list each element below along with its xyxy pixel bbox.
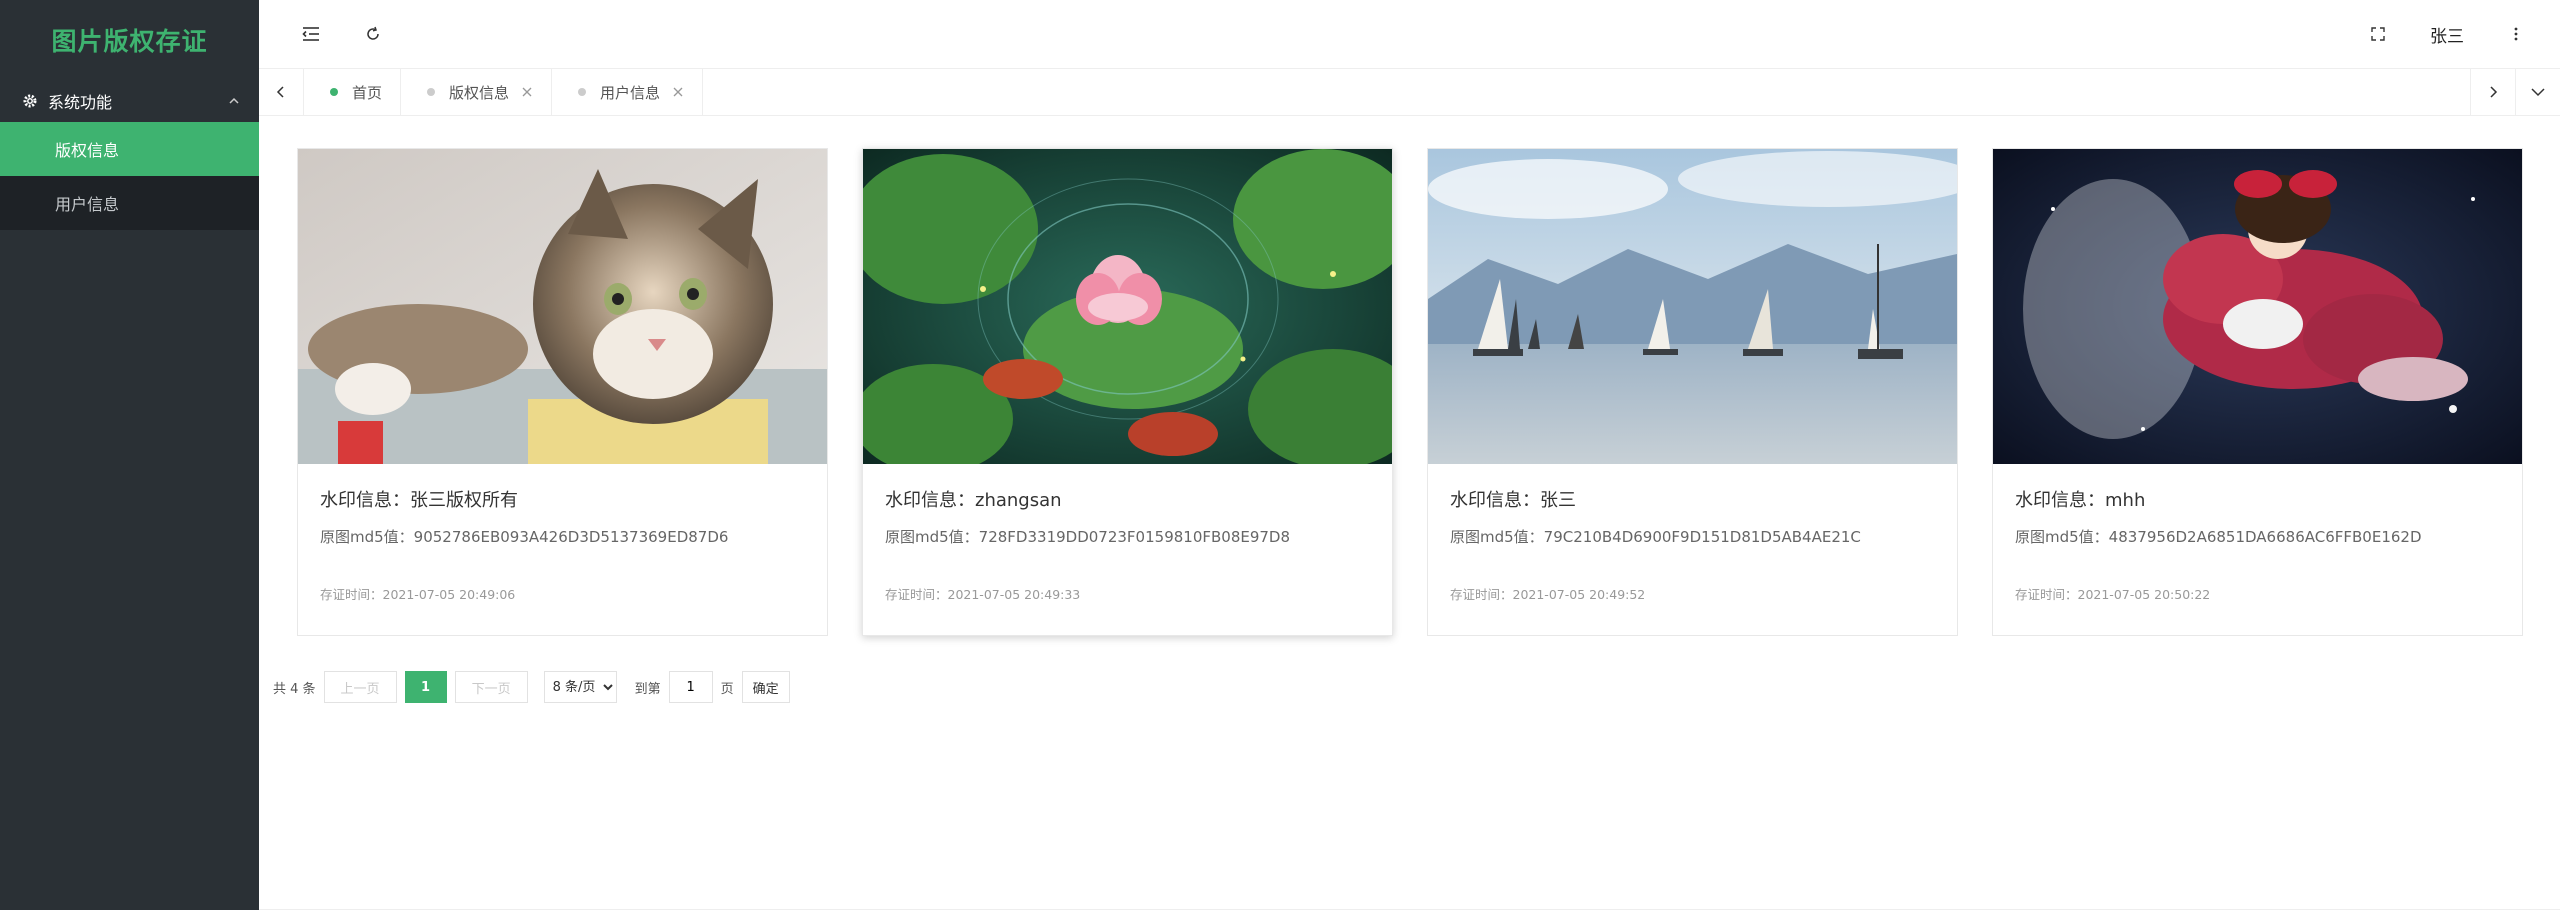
content-area: 水印信息：张三版权所有 原图md5值：9052786EB093A426D3D51… (259, 116, 2560, 910)
menu-group-system[interactable]: 系统功能 (0, 80, 259, 122)
submenu: 版权信息 用户信息 (0, 122, 259, 230)
app-logo: 图片版权存证 (51, 27, 208, 56)
gear-icon (22, 93, 38, 109)
sidebar: 图片版权存证 系统功能 版权信息 用户信息 (0, 0, 259, 910)
tab-status-dot (578, 88, 587, 96)
tab-home[interactable]: 首页 (304, 69, 402, 115)
tab-status-dot (427, 88, 436, 96)
chevron-up-icon (227, 94, 241, 108)
card-timestamp: 存证时间：2021-07-05 20:50:22 (2015, 587, 2211, 602)
tab-status-dot (330, 88, 338, 96)
sailboats-image (1428, 149, 1957, 464)
page-unit-label: 页 (720, 681, 734, 697)
card-item[interactable]: 水印信息：张三 原图md5值：79C210B4D6900F9D151D81D5A… (1427, 148, 1958, 636)
card-md5: 原图md5值：4837956D2A6851DA6686AC6FFB0E162D (2015, 528, 2422, 546)
tab-users[interactable]: 用户信息 (552, 69, 704, 115)
card-watermark: 水印信息：mhh (2015, 490, 2146, 511)
user-name[interactable]: 张三 (2402, 22, 2492, 47)
card-timestamp: 存证时间：2021-07-05 20:49:52 (1450, 587, 1646, 602)
fullscreen-icon[interactable] (2354, 10, 2402, 58)
goto-confirm-button[interactable]: 确定 (741, 671, 790, 703)
menu-group-label: 系统功能 (48, 93, 113, 112)
prev-page-button[interactable]: 上一页 (323, 671, 397, 703)
menu-fold-icon[interactable] (287, 10, 335, 58)
tab-label: 版权信息 (449, 83, 510, 102)
main-area: 张三 首页 版权信息 用户信息 水印信息：张三版权所有 原图md5值：90527… (259, 0, 2560, 910)
card-item[interactable]: 水印信息：mhh 原图md5值：4837956D2A6851DA6686AC6F… (1992, 148, 2523, 636)
page-number-current[interactable]: 1 (404, 671, 447, 703)
next-page-button[interactable]: 下一页 (454, 671, 528, 703)
card-list: 水印信息：张三版权所有 原图md5值：9052786EB093A426D3D51… (273, 148, 2540, 636)
sidebar-item-users[interactable]: 用户信息 (0, 176, 259, 230)
card-watermark: 水印信息：张三版权所有 (320, 490, 518, 511)
card-timestamp: 存证时间：2021-07-05 20:49:06 (320, 587, 516, 602)
card-item[interactable]: 水印信息：张三版权所有 原图md5值：9052786EB093A426D3D51… (297, 148, 828, 636)
lotus-image (863, 149, 1392, 464)
card-watermark: 水印信息：zhangsan (885, 490, 1062, 511)
tab-bar: 首页 版权信息 用户信息 (259, 69, 2560, 116)
tab-copyright[interactable]: 版权信息 (401, 69, 553, 115)
tab-dropdown-icon[interactable] (2515, 69, 2560, 115)
goto-page-input[interactable] (668, 671, 713, 703)
anime-image (1993, 149, 2522, 464)
pagination: 共 4 条 上一页 1 下一页 8 条/页 到第 页 确定 (273, 670, 2540, 704)
card-watermark: 水印信息：张三 (1450, 490, 1576, 511)
cat-image (298, 149, 827, 464)
refresh-icon[interactable] (349, 10, 397, 58)
tab-scroll-left-icon[interactable] (259, 69, 304, 115)
more-vertical-icon[interactable] (2492, 10, 2540, 58)
goto-label: 到第 (634, 681, 661, 697)
card-md5: 原图md5值：79C210B4D6900F9D151D81D5AB4AE21C (1450, 528, 1861, 546)
card-md5: 原图md5值：9052786EB093A426D3D5137369ED87D6 (320, 528, 729, 546)
card-timestamp: 存证时间：2021-07-05 20:49:33 (885, 587, 1081, 602)
sidebar-item-copyright[interactable]: 版权信息 (0, 122, 259, 176)
card-md5: 原图md5值：728FD3319DD0723F0159810FB08E97D8 (885, 528, 1291, 546)
card-item[interactable]: 水印信息：zhangsan 原图md5值：728FD3319DD0723F015… (862, 148, 1393, 636)
page-size-select[interactable]: 8 条/页 (543, 671, 617, 703)
tab-label: 用户信息 (600, 83, 661, 102)
topbar: 张三 (259, 0, 2560, 69)
close-icon[interactable] (672, 86, 684, 98)
pagination-total: 共 4 条 (273, 681, 316, 697)
close-icon[interactable] (521, 86, 533, 98)
tab-scroll-right-icon[interactable] (2470, 69, 2515, 115)
tab-label: 首页 (352, 83, 383, 102)
